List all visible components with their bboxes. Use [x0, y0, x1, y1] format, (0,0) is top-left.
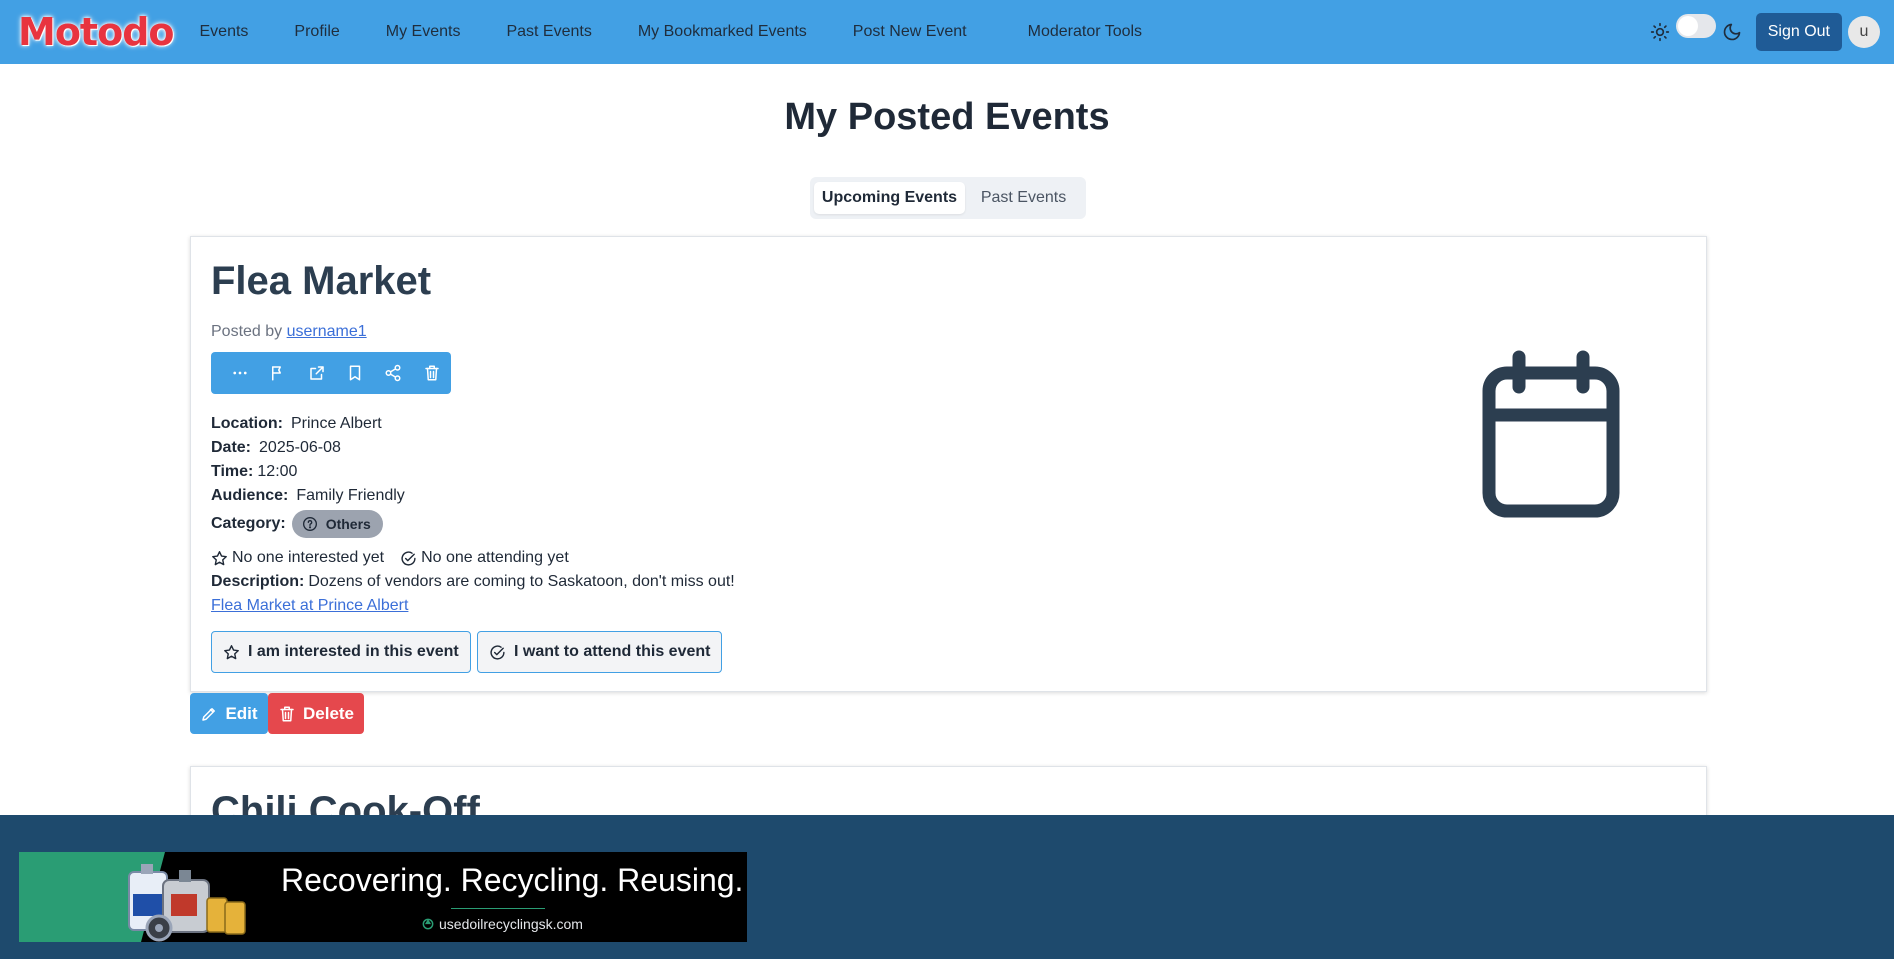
logo[interactable]: Motodo — [18, 10, 174, 54]
description-row: Description: Dozens of vendors are comin… — [211, 570, 735, 594]
calendar-icon — [1481, 349, 1621, 524]
attend-button[interactable]: I want to attend this event — [477, 631, 723, 673]
bookmark-icon[interactable] — [336, 352, 374, 394]
recycle-icon — [422, 918, 434, 930]
more-icon[interactable] — [221, 352, 259, 394]
sign-out-button[interactable]: Sign Out — [1755, 13, 1842, 51]
flag-icon[interactable] — [259, 352, 297, 394]
avatar[interactable]: u — [1848, 16, 1880, 48]
attend-button-label: I want to attend this event — [514, 643, 711, 660]
event-stats: No one interested yet No one attending y… — [211, 546, 735, 570]
event-card: Flea Market Posted by username1 Location… — [190, 236, 1707, 692]
nav-link-past-events[interactable]: Past Events — [506, 23, 591, 41]
delete-button[interactable]: Delete — [268, 693, 364, 734]
category-badge: Others — [291, 510, 383, 538]
trash-icon — [280, 706, 294, 721]
location-value: Prince Albert — [291, 415, 382, 432]
audience-value: Family Friendly — [296, 487, 405, 504]
share-icon[interactable] — [374, 352, 412, 394]
interested-stat: No one interested yet — [211, 546, 384, 570]
time-value: 12:00 — [257, 463, 298, 480]
nav-links: Events Profile My Events Past Events My … — [200, 23, 1189, 41]
event-link-row: Flea Market at Prince Albert — [211, 594, 735, 618]
interested-button-label: I am interested in this event — [248, 643, 459, 660]
date-value: 2025-06-08 — [259, 439, 341, 456]
navbar: Motodo Events Profile My Events Past Eve… — [0, 0, 1894, 64]
edit-button-label: Edit — [225, 703, 258, 723]
oil-bottles-image — [119, 858, 269, 942]
external-link-icon[interactable] — [298, 352, 336, 394]
audience-label: Audience: — [211, 487, 289, 504]
nav-link-my-events[interactable]: My Events — [386, 23, 461, 41]
pencil-icon — [202, 707, 216, 721]
check-circle-icon — [490, 644, 505, 660]
nav-link-bookmarked-events[interactable]: My Bookmarked Events — [638, 23, 807, 41]
event-tabs: Upcoming Events Past Events — [810, 177, 1086, 219]
nav-link-profile[interactable]: Profile — [294, 23, 339, 41]
date-row: Date: 2025-06-08 — [211, 436, 735, 460]
moon-icon — [1722, 22, 1742, 42]
event-details: Location: Prince Albert Date: 2025-06-08… — [211, 412, 735, 618]
delete-button-label: Delete — [302, 703, 355, 723]
trash-icon[interactable] — [413, 352, 451, 394]
ad-url-text: usedoilrecyclingsk.com — [439, 916, 583, 932]
nav-right: Sign Out u — [1650, 0, 1880, 64]
theme-toggle[interactable] — [1675, 14, 1716, 38]
page-title: My Posted Events — [784, 96, 1110, 138]
ad-headline: Recovering. Recycling. Reusing. — [281, 862, 744, 898]
attending-text: No one attending yet — [421, 549, 569, 566]
check-circle-icon — [401, 550, 416, 566]
attending-stat: No one attending yet — [400, 546, 569, 570]
interested-text: No one interested yet — [232, 549, 385, 566]
category-row: Category: Others — [211, 510, 735, 538]
star-icon — [212, 550, 227, 565]
ad-divider — [451, 908, 545, 909]
sun-icon — [1650, 22, 1670, 42]
ad-banner[interactable]: Recovering. Recycling. Reusing. usedoilr… — [19, 852, 747, 942]
star-icon — [224, 644, 239, 659]
time-label: Time: — [211, 463, 254, 480]
time-row: Time: 12:00 — [211, 460, 735, 484]
location-row: Location: Prince Albert — [211, 412, 735, 436]
nav-link-events[interactable]: Events — [200, 23, 249, 41]
tab-past-events[interactable]: Past Events — [965, 182, 1082, 214]
interested-button[interactable]: I am interested in this event — [211, 631, 471, 673]
date-label: Date: — [211, 439, 252, 456]
category-label: Category: — [211, 515, 286, 532]
nav-link-post-new-event[interactable]: Post New Event — [853, 23, 967, 41]
edit-button[interactable]: Edit — [190, 693, 268, 734]
event-link[interactable]: Flea Market at Prince Albert — [211, 594, 408, 618]
description-value: Dozens of vendors are coming to Saskatoo… — [308, 573, 735, 590]
question-circle-icon — [302, 517, 317, 531]
event-title: Flea Market — [211, 259, 432, 303]
location-label: Location: — [211, 415, 283, 432]
description-label: Description: — [211, 573, 305, 590]
event-action-bar — [211, 352, 451, 394]
posted-by: Posted by username1 — [211, 323, 367, 341]
nav-link-moderator-tools[interactable]: Moderator Tools — [1028, 23, 1142, 41]
posted-by-user-link[interactable]: username1 — [287, 323, 367, 340]
posted-by-prefix: Posted by — [211, 323, 283, 340]
tab-upcoming-events[interactable]: Upcoming Events — [814, 182, 965, 214]
audience-row: Audience: Family Friendly — [211, 484, 735, 508]
footer-ad-bar: Recovering. Recycling. Reusing. usedoilr… — [0, 815, 1894, 959]
category-value: Others — [325, 516, 371, 532]
ad-url: usedoilrecyclingsk.com — [421, 916, 583, 932]
